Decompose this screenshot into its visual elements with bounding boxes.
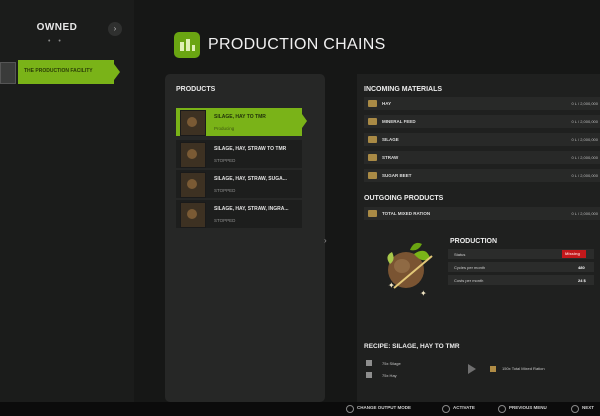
cycles-label: Cycles per month [454, 265, 486, 270]
material-name: HAY [382, 101, 392, 106]
product-name: SILAGE, HAY, STRAW, INGRA... [214, 206, 289, 212]
mineral-feed-icon [368, 118, 377, 125]
key-hint-icon [498, 405, 506, 413]
silage-icon [368, 136, 377, 143]
total-mixed-ration-icon [490, 366, 496, 372]
total-mixed-ration-icon [368, 210, 377, 217]
output-quantity: 0 L / 2,000,000 [571, 211, 598, 216]
facility-thumbnail [0, 62, 16, 84]
selected-product-pointer [302, 114, 307, 128]
product-status: STOPPED [214, 188, 236, 193]
material-quantity: 0 L / 2,000,000 [571, 173, 598, 178]
product-thumbnail-icon [180, 110, 206, 136]
material-name: MINERAL FEED [382, 119, 416, 124]
product-name: SILAGE, HAY, STRAW, SUGA... [214, 176, 287, 182]
status-value: Missing [565, 251, 580, 256]
material-name: SUGAR BEET [382, 173, 412, 178]
activate-button[interactable]: ACTIVATE [453, 405, 475, 410]
material-quantity: 0 L / 2,000,000 [571, 101, 598, 106]
output-name: TOTAL MIXED RATION [382, 211, 431, 216]
incoming-materials-title: INCOMING MATERIALS [364, 86, 443, 93]
svg-text:✦: ✦ [388, 281, 395, 290]
next-button[interactable]: NEXT [582, 405, 594, 410]
arrow-right-icon [468, 364, 476, 374]
recipe-input: 75x Silage [382, 361, 401, 366]
material-quantity: 0 L / 2,000,000 [571, 119, 598, 124]
page-title: PRODUCTION CHAINS [208, 36, 386, 53]
key-hint-icon [571, 405, 579, 413]
production-title: PRODUCTION [450, 238, 498, 245]
page-indicator: • • [48, 38, 64, 45]
product-name: SILAGE, HAY, STRAW TO TMR [214, 146, 287, 152]
hay-icon [368, 100, 377, 107]
material-row [364, 151, 600, 164]
product-status: STOPPED [214, 218, 236, 223]
key-hint-icon [346, 405, 354, 413]
previous-menu-button[interactable]: PREVIOUS MENU [509, 405, 547, 410]
recipe-title: RECIPE: SILAGE, HAY TO TMR [364, 343, 460, 350]
material-quantity: 0 L / 2,000,000 [571, 137, 598, 142]
product-thumbnail-icon [180, 172, 206, 198]
product-thumbnail-icon [180, 142, 206, 168]
products-title: PRODUCTS [176, 86, 216, 93]
owned-title: OWNED [36, 22, 78, 33]
material-row [364, 97, 600, 110]
recipe-output: 150x Total Mixed Ration [502, 366, 545, 371]
costs-value: 24 $ [578, 278, 586, 283]
chevron-right-icon: › [324, 236, 327, 245]
change-output-mode-button[interactable]: CHANGE OUTPUT MODE [357, 405, 411, 410]
silage-icon [366, 360, 372, 366]
recipe-input: 75x Hay [382, 373, 397, 378]
selection-pointer [114, 64, 120, 80]
sugar-beet-icon [368, 172, 377, 179]
cycles-value: 480 [578, 265, 585, 270]
production-chains-icon [174, 32, 200, 58]
costs-label: Costs per month [454, 278, 484, 283]
material-quantity: 0 L / 2,000,000 [571, 155, 598, 160]
hay-icon [366, 372, 372, 378]
material-name: STRAW [382, 155, 399, 160]
product-thumbnail-icon [180, 202, 206, 228]
material-name: SILAGE [382, 137, 399, 142]
product-status: Producing [214, 126, 235, 131]
svg-text:✦: ✦ [420, 289, 427, 298]
material-row [364, 133, 600, 146]
outgoing-products-title: OUTGOING PRODUCTS [364, 195, 444, 202]
product-status: STOPPED [214, 158, 236, 163]
key-hint-icon [442, 405, 450, 413]
tmr-product-icon: ✦ ✦ [380, 236, 438, 298]
facility-list-item-label: THE PRODUCTION FACILITY [24, 68, 93, 74]
next-page-button[interactable]: › [108, 22, 122, 36]
product-name: SILAGE, HAY TO TMR [214, 114, 266, 120]
status-label: Status [454, 252, 466, 257]
straw-icon [368, 154, 377, 161]
